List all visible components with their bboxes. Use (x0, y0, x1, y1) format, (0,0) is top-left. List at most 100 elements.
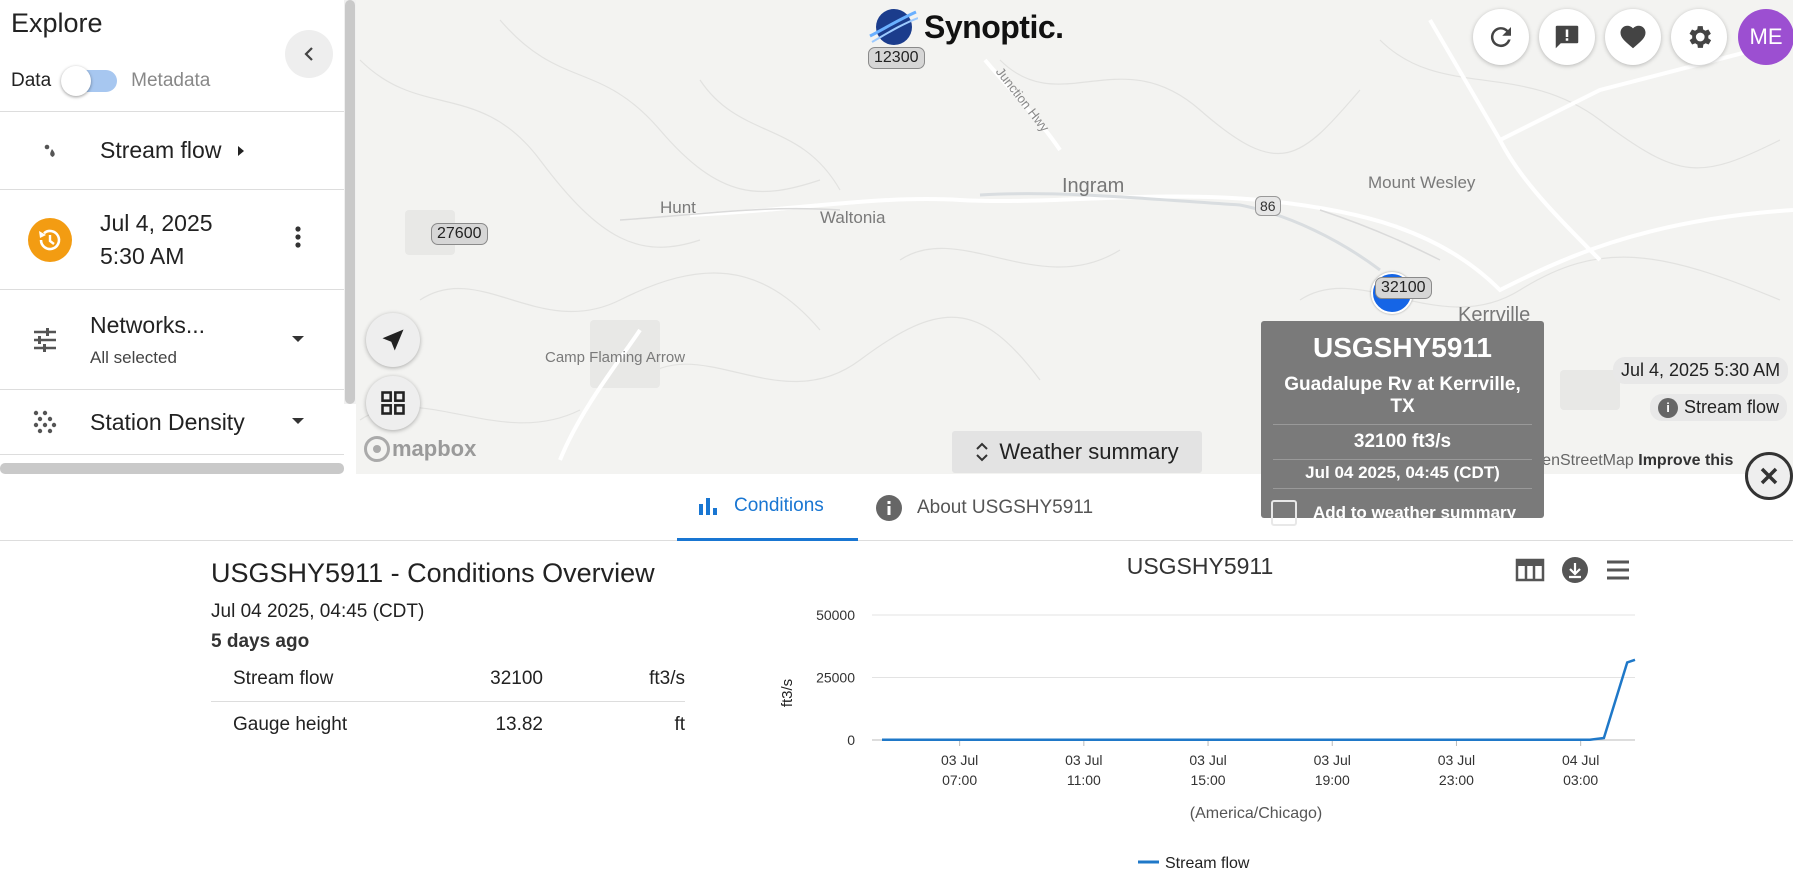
row-name: Stream flow (233, 668, 334, 689)
add-to-summary-checkbox[interactable] (1271, 500, 1297, 526)
row-name: Gauge height (233, 714, 348, 735)
row-unit: ft3/s (649, 668, 685, 689)
collapse-sidebar-button[interactable] (285, 30, 333, 78)
chart-canvas: USGSHY5911 02500050000 03 Jul07:0003 Jul… (779, 553, 1636, 872)
date-chip: Jul 4, 2025 5:30 AM (1613, 357, 1789, 384)
place-label: Camp Flaming Arrow (545, 349, 686, 366)
legend-label: Stream flow (1165, 855, 1250, 872)
x-tick-time: 19:00 (1315, 772, 1350, 788)
table-view-button[interactable] (1515, 557, 1545, 583)
y-tick-label: 50000 (816, 607, 855, 623)
more-vertical-icon (295, 226, 301, 248)
menu-icon (1607, 560, 1629, 580)
x-tick-date: 03 Jul (1065, 752, 1102, 768)
improve-map-link[interactable]: Improve this (1638, 452, 1733, 469)
route-shield: 86 (1255, 196, 1281, 216)
row-value: 13.82 (495, 714, 543, 735)
close-panel-button[interactable] (1745, 452, 1793, 500)
chevron-up-down-icon (976, 442, 989, 462)
station-popup: USGSHY5911 Guadalupe Rv at Kerrville, TX… (1261, 321, 1544, 526)
refresh-icon (1490, 27, 1511, 48)
variable-chip-label: Stream flow (1684, 397, 1780, 417)
place-label: Ingram (1062, 175, 1125, 197)
popup-station-id: USGSHY5911 (1313, 332, 1492, 363)
sidebar-item-variable[interactable]: Stream flow (0, 111, 344, 189)
x-tick-time: 23:00 (1439, 772, 1474, 788)
caret-down-icon (292, 335, 304, 342)
chart-y-label: ft3/s (779, 679, 796, 707)
caret-right-icon (238, 145, 245, 156)
tab-conditions[interactable]: Conditions (677, 474, 858, 541)
refresh-button[interactable] (1473, 9, 1529, 65)
chart-x-label: (America/Chicago) (1190, 805, 1322, 822)
x-tick-date: 03 Jul (1314, 752, 1351, 768)
weather-summary-button[interactable]: Weather summary (952, 431, 1202, 473)
station-marker-label[interactable]: 32100 (1375, 277, 1432, 299)
tune-icon (34, 327, 56, 352)
add-to-summary-row[interactable]: Add to weather summary (1271, 500, 1544, 526)
settings-button[interactable] (1671, 9, 1727, 65)
stream-flow-chart: USGSHY5911 0 25000 50000 03 Jul 07:00 03 Jul… (760, 541, 1660, 892)
station-marker-label[interactable]: 27600 (431, 223, 488, 245)
sidebar-scrollbar-horizontal[interactable] (0, 463, 344, 474)
sidebar-item-time[interactable]: Jul 4, 2025 5:30 AM (0, 189, 344, 289)
tab-about[interactable]: About USGSHY5911 (875, 474, 1115, 541)
mapbox-logo-text: mapbox (392, 436, 477, 461)
grid-icon (381, 391, 405, 415)
logo-text: Synoptic. (924, 8, 1064, 45)
row-unit: ft (674, 714, 685, 735)
tab-conditions-label: Conditions (734, 495, 824, 516)
chart-title: USGSHY5911 (1127, 553, 1274, 579)
chart-grid (872, 614, 1635, 741)
locate-button[interactable] (366, 313, 420, 367)
user-avatar[interactable]: ME (1738, 9, 1793, 65)
download-button[interactable] (1562, 557, 1588, 583)
basemap-button[interactable] (366, 376, 420, 430)
favorites-button[interactable] (1605, 9, 1661, 65)
gear-icon (1689, 26, 1712, 48)
popup-station-name: Guadalupe Rv at Kerrville, TX (1273, 374, 1532, 425)
heart-icon (1620, 25, 1646, 49)
caret-down-icon (292, 418, 304, 424)
time-menu-button[interactable] (288, 223, 308, 256)
explore-sidebar: Explore Data Metadata Stream flow Jul 4,… (0, 0, 356, 474)
chart-toolbar (1515, 557, 1629, 583)
place-label: Mount Wesley (1368, 173, 1476, 192)
chart-legend[interactable]: Stream flow (1138, 855, 1250, 872)
sidebar-scrollbar-vertical[interactable] (344, 0, 356, 404)
variable-chip[interactable]: i Stream flow (1650, 394, 1788, 421)
conditions-time: Jul 04 2025, 04:45 (CDT) (211, 601, 425, 622)
networks-dropdown[interactable] (290, 331, 306, 349)
history-icon (28, 217, 72, 262)
mapbox-icon (364, 436, 390, 462)
chart-menu-button[interactable] (1607, 560, 1629, 580)
x-tick-date: 04 Jul (1562, 752, 1599, 768)
weather-summary-label: Weather summary (999, 439, 1179, 464)
station-marker-label[interactable]: 12300 (868, 47, 925, 69)
info-icon: i (1658, 397, 1678, 418)
synoptic-logo: Synoptic. (868, 6, 1064, 48)
y-tick-label: 25000 (816, 670, 855, 686)
popup-time: Jul 04 2025, 04:45 (CDT) (1273, 463, 1532, 489)
row-value: 32100 (490, 668, 543, 689)
x-tick-date: 03 Jul (941, 752, 978, 768)
data-metadata-switch[interactable] (61, 66, 118, 96)
variable-label: Stream flow (100, 137, 222, 163)
x-tick-date: 03 Jul (1438, 752, 1475, 768)
x-tick-time: 15:00 (1191, 772, 1226, 788)
density-dropdown[interactable] (290, 413, 306, 431)
date-chip-label: Jul 4, 2025 5:30 AM (1621, 360, 1781, 380)
tab-about-label: About USGSHY5911 (917, 496, 1094, 518)
sidebar-item-networks[interactable]: Networks... All selected (0, 289, 344, 389)
popup-value: 32100 ft3/s (1273, 431, 1532, 460)
toggle-metadata-label: Metadata (131, 70, 211, 91)
feedback-button[interactable] (1539, 9, 1595, 65)
info-icon (876, 494, 902, 521)
bar-chart-icon (699, 498, 717, 515)
conditions-table: Stream flow 32100 ft3/s Gauge height 13.… (211, 656, 685, 746)
place-label: Hunt (660, 198, 696, 217)
add-to-summary-label: Add to weather summary (1313, 503, 1517, 522)
chart-series-line (882, 658, 1636, 742)
data-metadata-toggle-row: Data Metadata (11, 66, 211, 96)
sidebar-item-density[interactable]: Station Density (0, 389, 344, 455)
